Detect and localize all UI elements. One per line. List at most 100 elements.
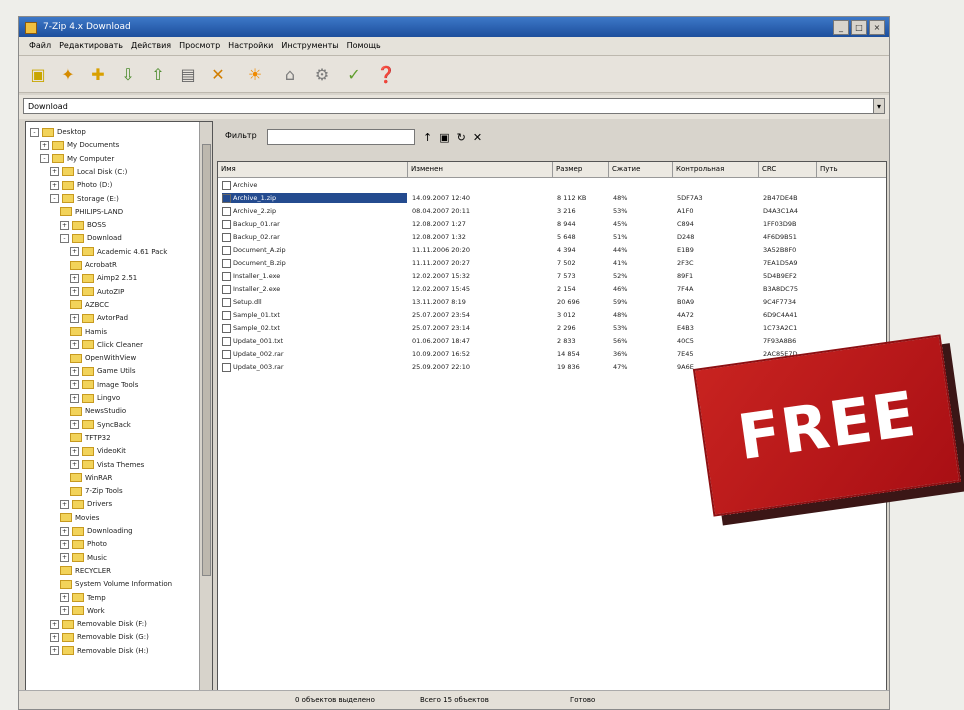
- tree-item[interactable]: Movies: [60, 512, 99, 524]
- tree-item[interactable]: + Game Utils: [70, 365, 135, 377]
- tree-item[interactable]: + Music: [60, 552, 107, 564]
- tree-item[interactable]: + Image Tools: [70, 379, 138, 391]
- file-name-cell[interactable]: Archive: [222, 180, 407, 190]
- tree-expander-icon[interactable]: +: [60, 606, 69, 616]
- tree-item[interactable]: + Photo (D:): [50, 179, 112, 191]
- menu-settings[interactable]: Настройки: [228, 37, 273, 55]
- copy-icon[interactable]: ⇧: [147, 64, 169, 86]
- tree-expander-icon[interactable]: +: [70, 273, 79, 283]
- table-row[interactable]: Archive: [218, 180, 886, 190]
- tree-expander-icon[interactable]: +: [70, 313, 79, 323]
- tree-item[interactable]: + Vista Themes: [70, 459, 144, 471]
- menu-actions[interactable]: Действия: [131, 37, 171, 55]
- tree-item[interactable]: RECYCLER: [60, 565, 111, 577]
- file-name-cell[interactable]: Installer_2.exe: [222, 284, 407, 294]
- tree-scroll-thumb[interactable]: [202, 144, 211, 576]
- column-size[interactable]: Размер: [553, 162, 609, 177]
- file-name-cell[interactable]: Backup_01.rar: [222, 219, 407, 229]
- tree-item[interactable]: OpenWithView: [70, 352, 136, 364]
- table-row[interactable]: Sample_01.txt 25.07.2007 23:54 3 012 48% 4A7…: [218, 310, 886, 320]
- tree-item[interactable]: AcrobatR: [70, 259, 117, 271]
- table-row[interactable]: Setup.dll 13.11.2007 8:19 20 696 59% B0A9 9C4…: [218, 297, 886, 307]
- tree-item[interactable]: AZBCC: [70, 299, 109, 311]
- menu-tools[interactable]: Инструменты: [281, 37, 338, 55]
- file-name-cell[interactable]: Sample_02.txt: [222, 323, 407, 333]
- tree-item[interactable]: - My Computer: [40, 153, 114, 165]
- table-row[interactable]: Backup_01.rar 12.08.2007 1:27 8 944 45% C894…: [218, 219, 886, 229]
- tree-item[interactable]: Hamis: [70, 326, 107, 338]
- file-name-cell[interactable]: Sample_01.txt: [222, 310, 407, 320]
- minimize-button[interactable]: _: [833, 20, 849, 35]
- tree-expander-icon[interactable]: +: [60, 593, 69, 602]
- address-dropdown-button[interactable]: ▾: [873, 98, 885, 114]
- tree-expander-icon[interactable]: +: [70, 380, 79, 390]
- open-folder-icon[interactable]: ▣: [27, 64, 49, 86]
- tree-expander-icon[interactable]: +: [50, 632, 59, 642]
- column-compression[interactable]: Сжатие: [609, 162, 673, 177]
- tree-expander-icon[interactable]: +: [70, 393, 79, 403]
- menu-view[interactable]: Просмотр: [179, 37, 220, 55]
- help-icon[interactable]: ❓: [375, 64, 397, 86]
- tree-item[interactable]: TFTP32: [70, 432, 111, 444]
- file-name-cell[interactable]: Update_001.txt: [222, 336, 407, 346]
- tree-expander-icon[interactable]: +: [70, 446, 79, 456]
- tree-expander-icon[interactable]: +: [50, 646, 59, 656]
- filter-input[interactable]: [267, 129, 415, 145]
- tree-expander-icon[interactable]: +: [60, 553, 69, 563]
- folder-icon[interactable]: ▣: [439, 131, 449, 144]
- tree-item[interactable]: + Removable Disk (G:): [50, 631, 149, 643]
- table-row[interactable]: Archive_2.zip 08.04.2007 20:11 3 216 53% A1F…: [218, 206, 886, 216]
- title-bar[interactable]: 7-Zip 4.x Download _ □ ×: [19, 17, 889, 37]
- extract-icon[interactable]: ✦: [57, 64, 79, 86]
- tree-item[interactable]: + Aimp2 2.51: [70, 272, 137, 284]
- tree-expander-icon[interactable]: +: [40, 140, 49, 150]
- file-name-cell[interactable]: Update_002.rar: [222, 349, 407, 359]
- table-row[interactable]: Installer_1.exe 12.02.2007 15:32 7 573 52% 8…: [218, 271, 886, 281]
- file-name-cell[interactable]: Update_003.rar: [222, 362, 407, 372]
- table-row[interactable]: Installer_2.exe 12.02.2007 15:45 2 154 46% 7…: [218, 284, 886, 294]
- column-path[interactable]: Путь: [817, 162, 886, 177]
- tree-item[interactable]: + VideoKit: [70, 445, 126, 457]
- tree-item[interactable]: + SyncBack: [70, 419, 131, 431]
- tree-expander-icon[interactable]: +: [60, 499, 69, 509]
- table-row[interactable]: Backup_02.rar 12.08.2007 1:32 5 648 51% D248…: [218, 232, 886, 242]
- close-button[interactable]: ×: [869, 20, 885, 35]
- column-checksum[interactable]: Контрольная: [673, 162, 759, 177]
- file-name-cell[interactable]: Installer_1.exe: [222, 271, 407, 281]
- tree-item[interactable]: + My Documents: [40, 139, 119, 151]
- up-icon[interactable]: ↑: [423, 131, 432, 144]
- column-name[interactable]: Имя: [218, 162, 408, 177]
- tree-item[interactable]: + Removable Disk (H:): [50, 645, 149, 657]
- tree-expander-icon[interactable]: +: [50, 167, 59, 177]
- tree-expander-icon[interactable]: +: [70, 420, 79, 430]
- tree-item[interactable]: + Downloading: [60, 525, 133, 537]
- clear-icon[interactable]: ✕: [473, 131, 482, 144]
- tree-expander-icon[interactable]: +: [60, 220, 69, 230]
- tree-item[interactable]: System Volume Information: [60, 578, 172, 590]
- tree-item[interactable]: - Storage (E:): [50, 193, 119, 205]
- tree-expander-icon[interactable]: -: [50, 194, 59, 203]
- menu-help[interactable]: Помощь: [347, 37, 381, 55]
- tree-item[interactable]: - Download: [60, 232, 122, 244]
- check-icon[interactable]: ✓: [343, 64, 365, 86]
- info-icon[interactable]: ☀: [244, 64, 266, 86]
- tree-scrollbar[interactable]: [199, 122, 212, 690]
- tree-item[interactable]: - Desktop: [30, 126, 86, 138]
- tree-item[interactable]: PHILIPS-LAND: [60, 206, 123, 218]
- menu-file[interactable]: Файл: [29, 37, 51, 55]
- tree-expander-icon[interactable]: +: [70, 247, 79, 257]
- table-row[interactable]: Document_A.zip 11.11.2006 20:20 4 394 44% E1…: [218, 245, 886, 255]
- add-icon[interactable]: ✚: [87, 64, 109, 86]
- table-row[interactable]: Sample_02.txt 25.07.2007 23:14 2 296 53% E4B…: [218, 323, 886, 333]
- file-name-cell[interactable]: Archive_2.zip: [222, 206, 407, 216]
- tree-expander-icon[interactable]: +: [70, 460, 79, 469]
- tree-item[interactable]: + Drivers: [60, 498, 112, 510]
- tree-item[interactable]: 7-Zip Tools: [70, 485, 123, 497]
- tree-expander-icon[interactable]: -: [40, 154, 49, 164]
- tree-item[interactable]: + Academic 4.61 Pack: [70, 246, 167, 258]
- tree-item[interactable]: + Click Cleaner: [70, 339, 143, 351]
- column-crc[interactable]: CRC: [759, 162, 817, 177]
- tree-item[interactable]: + Work: [60, 605, 105, 617]
- file-name-cell[interactable]: Document_A.zip: [222, 245, 407, 255]
- tree-item[interactable]: WinRAR: [70, 472, 112, 484]
